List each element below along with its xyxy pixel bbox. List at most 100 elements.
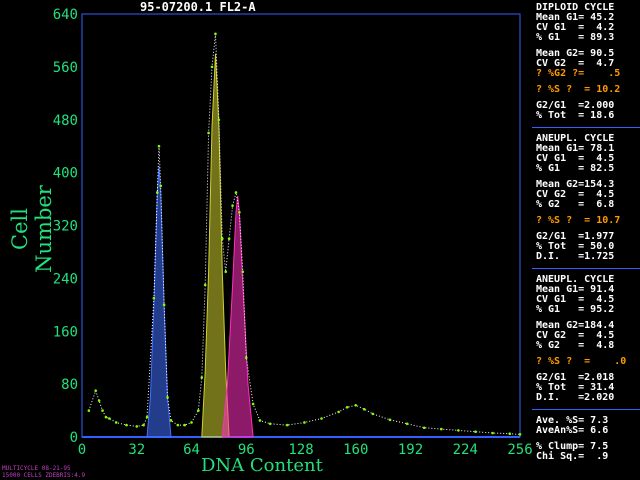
stats-warning: ? %S ? = .0 xyxy=(536,356,627,367)
stats-row: % G1 = 89.3 xyxy=(536,32,615,43)
histogram-point xyxy=(220,237,224,241)
histogram-point xyxy=(87,409,91,412)
histogram-point xyxy=(203,283,207,287)
histogram-point xyxy=(371,412,375,416)
histogram-point xyxy=(345,405,349,409)
histogram-point xyxy=(217,118,221,122)
histogram-point xyxy=(224,270,228,274)
x-axis-label: DNA Content xyxy=(201,455,323,476)
histogram-point xyxy=(238,210,241,214)
stats-separator xyxy=(532,127,640,128)
stats-warning: ? %G2 ?= .5 xyxy=(536,68,621,79)
x-tick-label: 0 xyxy=(78,442,86,458)
histogram-point xyxy=(320,417,323,420)
histogram-point xyxy=(422,426,426,430)
histogram-point xyxy=(190,421,193,424)
stats-separator xyxy=(532,268,640,269)
summary-row: Chi Sq.= .9 xyxy=(536,451,609,462)
footer-info: MULTICYCLE 08-21-95 15000 CELLS ZDEBRIS:… xyxy=(2,465,85,479)
stats-row: D.I. =2.020 xyxy=(536,392,615,403)
x-tick-label: 32 xyxy=(128,442,145,458)
histogram-point xyxy=(94,389,97,393)
histogram-point xyxy=(491,431,494,435)
histogram-point xyxy=(234,191,238,194)
histogram-point xyxy=(508,432,512,435)
stats-row: % G2 = 6.8 xyxy=(536,199,615,210)
stats-row: % G1 = 95.2 xyxy=(536,304,615,315)
histogram-point xyxy=(286,423,289,427)
y-tick-label: 160 xyxy=(53,324,78,340)
stats-separator xyxy=(532,409,640,410)
histogram-point xyxy=(114,421,118,424)
histogram-point xyxy=(388,418,392,422)
y-tick-label: 0 xyxy=(70,430,78,446)
histogram-point xyxy=(104,415,108,419)
histogram-point xyxy=(474,430,477,434)
histogram-point xyxy=(303,421,306,424)
histogram-point xyxy=(337,410,340,414)
histogram-point xyxy=(157,144,161,148)
histogram-point xyxy=(457,429,460,432)
histogram-point xyxy=(125,423,128,427)
x-tick-label: 160 xyxy=(343,442,368,458)
histogram-point xyxy=(135,425,139,428)
plot-frame xyxy=(81,13,521,438)
stats-panel: DIPLOID CYCLE Mean G1= 45.2 CV G1 = 4.2% G… xyxy=(532,0,640,462)
y-axis-ticks: 0 80 160 240 320 400 480 560 640 xyxy=(53,7,78,446)
y-tick-label: 320 xyxy=(53,219,78,235)
histogram-point xyxy=(197,409,200,412)
histogram-point xyxy=(244,356,248,359)
histogram-point xyxy=(207,131,210,135)
y-tick-label: 400 xyxy=(53,166,78,182)
x-tick-label: 224 xyxy=(453,442,478,458)
stats-warning: ? %S ? = 10.2 xyxy=(536,84,621,95)
stats-row: % Tot = 18.6 xyxy=(536,110,615,121)
stats-row: % G1 = 82.5 xyxy=(536,163,615,174)
histogram-point xyxy=(518,433,522,436)
histogram-point xyxy=(258,419,262,422)
histogram-point xyxy=(227,237,231,241)
histogram-point xyxy=(97,399,101,402)
stats-row: D.I. =1.725 xyxy=(536,251,615,262)
histogram-point xyxy=(162,303,166,307)
histogram-point xyxy=(183,423,186,427)
histogram-point xyxy=(439,427,443,431)
y-tick-label: 640 xyxy=(53,7,78,23)
footer-line-2: 15000 CELLS ZDEBRIS:4.9 xyxy=(2,472,86,479)
summary-row: AveAn%S= 6.6 xyxy=(536,425,609,436)
histogram-point xyxy=(142,423,145,427)
x-tick-label: 64 xyxy=(183,442,200,458)
chart-title: 95-07200.1 FL2-A xyxy=(140,0,256,14)
y-tick-label: 240 xyxy=(53,271,78,287)
stats-warning: ? %S ? = 10.7 xyxy=(536,215,621,226)
y-tick-label: 560 xyxy=(53,60,78,76)
histogram-point xyxy=(214,32,217,36)
histogram-point xyxy=(241,270,245,274)
histogram-point xyxy=(152,296,156,300)
x-tick-label: 192 xyxy=(398,442,423,458)
y-axis-label: Cell Number xyxy=(8,185,56,273)
histogram-point xyxy=(101,409,104,412)
footer-line-1: MULTICYCLE 08-21-95 xyxy=(2,465,71,472)
histogram-point xyxy=(200,376,204,379)
y-tick-label: 80 xyxy=(61,377,78,393)
histogram-point xyxy=(145,415,149,419)
y-tick-label: 480 xyxy=(53,113,78,129)
histogram-point xyxy=(405,422,409,426)
series-area-1 xyxy=(201,53,230,438)
histogram-point xyxy=(155,191,159,194)
histogram-point xyxy=(231,204,234,207)
histogram-point xyxy=(354,403,358,407)
series-group xyxy=(87,32,522,438)
histogram-point xyxy=(176,423,180,427)
histogram-point xyxy=(108,417,111,420)
series-area-2 xyxy=(221,195,254,438)
histogram-point xyxy=(166,396,169,399)
x-tick-label: 256 xyxy=(507,442,532,458)
histogram-point xyxy=(169,419,173,422)
histogram-point xyxy=(363,407,366,411)
histogram-point xyxy=(210,65,214,69)
histogram-point xyxy=(251,402,255,406)
stats-row: % G2 = 4.8 xyxy=(536,340,615,351)
histogram-point xyxy=(268,422,272,426)
